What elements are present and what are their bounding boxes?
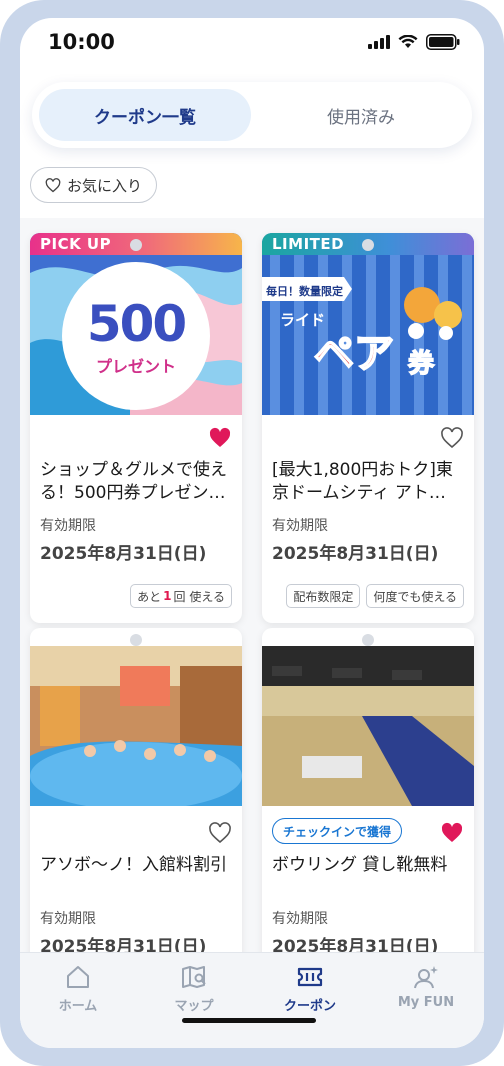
coupon-card[interactable]: アソボ〜ノ！入館料割引 有効期限 2025年8月31日(日) <box>30 628 242 952</box>
coupon-card[interactable]: チェックインで獲得 ボウリング 貸し靴無料 有効期限 2025年8月31日(日) <box>262 628 474 952</box>
wifi-icon <box>398 35 418 48</box>
coupon-title: ボウリング 貸し靴無料 <box>272 855 448 875</box>
image-text-pair: ペア <box>313 330 395 378</box>
validity-date: 2025年8月31日(日) <box>40 937 207 952</box>
tab-coupon-list[interactable]: クーポン一覧 <box>39 89 251 141</box>
coupon-chips: あと 1 回 使える <box>130 584 232 608</box>
coupon-chips: 配布数限定 何度でも使える <box>286 584 464 608</box>
coupon-title: [最大1,800円おトク]東京ドームシティ アト… <box>272 460 453 503</box>
battery-icon <box>426 34 460 50</box>
home-icon <box>67 966 89 988</box>
nav-my-fun-label: My FUN <box>397 995 455 1010</box>
ticket-hole <box>130 239 142 251</box>
remaining-uses-chip: あと 1 回 使える <box>130 584 232 608</box>
chip-suffix: 回 使える <box>173 589 225 604</box>
coupon-title: アソボ〜ノ！入館料割引 <box>40 855 227 875</box>
ribbon-label: LIMITED <box>272 235 345 253</box>
ticket-hole <box>130 634 142 646</box>
checkin-badge: チェックインで獲得 <box>272 818 403 844</box>
image-text-ken: 券 <box>407 348 435 380</box>
validity-label: 有効期限 <box>40 911 96 927</box>
user-sparkle-icon <box>414 966 438 989</box>
validity-date: 2025年8月31日(日) <box>272 544 439 564</box>
status-bar: 10:00 <box>20 18 484 68</box>
tab-used[interactable]: 使用済み <box>256 89 466 141</box>
app-screen: 10:00 クーポン一覧 使用済み お気に入り 500 プレゼント PICK U… <box>20 18 484 1048</box>
ticket-hole <box>362 239 374 251</box>
nav-home[interactable]: ホーム <box>20 963 136 1014</box>
nav-my-fun[interactable]: My FUN <box>368 963 484 1010</box>
bottom-tab-bar: ホーム マップ クーポン My FUN <box>20 952 484 1048</box>
coupon-tab-switcher: クーポン一覧 使用済み <box>32 82 472 148</box>
validity-label: 有効期限 <box>40 518 96 534</box>
nav-coupon[interactable]: クーポン <box>252 963 368 1014</box>
signal-icon <box>368 35 390 49</box>
unlimited-use-chip: 何度でも使える <box>366 584 464 608</box>
coupon-image <box>262 646 474 806</box>
image-text-500: 500 <box>86 295 187 353</box>
image-text-present: プレゼント <box>95 357 176 376</box>
heart-outline-icon[interactable] <box>208 822 232 844</box>
coupon-image: 毎日！数量限定 ライド ペア 券 <box>262 233 474 415</box>
favorites-filter-button[interactable]: お気に入り <box>30 167 158 203</box>
coupon-card[interactable]: 500 プレゼント PICK UP ショップ＆グルメで使える！500円券プレゼン… <box>30 233 242 623</box>
nav-home-label: ホーム <box>58 999 98 1014</box>
coupon-card[interactable]: 毎日！数量限定 ライド ペア 券 LIMITED [最大1,800円おトク]東京… <box>262 233 474 623</box>
coupon-list: 500 プレゼント PICK UP ショップ＆グルメで使える！500円券プレゼン… <box>20 218 484 952</box>
heart-filled-icon[interactable] <box>208 427 232 449</box>
heart-outline-icon <box>45 177 61 192</box>
nav-coupon-label: クーポン <box>283 999 336 1014</box>
validity-date: 2025年8月31日(日) <box>272 937 439 952</box>
coupon-image: 500 プレゼント <box>30 233 242 415</box>
ribbon-label: PICK UP <box>40 235 112 253</box>
map-icon <box>182 966 206 988</box>
favorites-filter-label: お気に入り <box>67 176 143 195</box>
coupon-icon <box>297 967 323 987</box>
heart-filled-icon[interactable] <box>440 822 464 844</box>
coupon-image <box>30 646 242 806</box>
heart-outline-icon[interactable] <box>440 427 464 449</box>
validity-label: 有効期限 <box>272 911 328 927</box>
validity-date: 2025年8月31日(日) <box>40 544 207 564</box>
limited-distribution-chip: 配布数限定 <box>286 584 361 608</box>
chip-count: 1 <box>163 589 172 603</box>
nav-map[interactable]: マップ <box>136 963 252 1014</box>
coupon-title: ショップ＆グルメで使える！500円券プレゼン… <box>40 460 227 503</box>
home-indicator <box>182 1018 316 1023</box>
image-tag-daily-limited: 毎日！数量限定 <box>266 285 343 298</box>
validity-label: 有効期限 <box>272 518 328 534</box>
status-time: 10:00 <box>48 30 115 54</box>
chip-prefix: あと <box>137 589 162 604</box>
ticket-hole <box>362 634 374 646</box>
nav-map-label: マップ <box>174 999 214 1014</box>
status-icons <box>368 34 460 50</box>
